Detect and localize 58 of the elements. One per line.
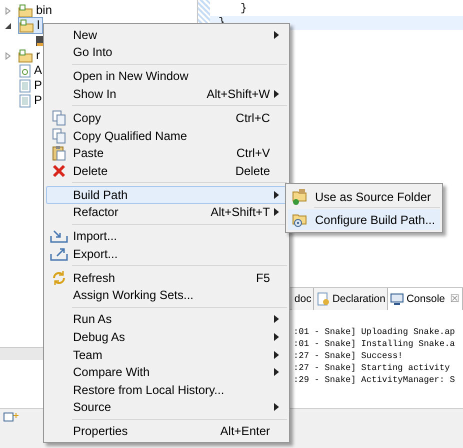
console-line: :01 - Snake] Uploading Snake.ap xyxy=(293,326,456,338)
tree-item-label[interactable]: r xyxy=(34,48,42,63)
menu-item[interactable]: Copy Qualified Name xyxy=(46,126,287,144)
menu-item[interactable]: Run As xyxy=(46,310,287,328)
menu-item[interactable]: Export... xyxy=(46,245,287,263)
refresh-icon xyxy=(51,270,67,286)
view-tab[interactable]: Console ☒ xyxy=(388,288,463,310)
menu-item[interactable]: Team xyxy=(46,346,287,364)
view-tab[interactable]: doc xyxy=(292,288,314,310)
menu-item[interactable]: Use as Source Folder xyxy=(288,186,440,207)
expanded-arrow-icon[interactable] xyxy=(4,22,12,30)
copy-icon xyxy=(51,110,67,126)
text-file-icon xyxy=(18,78,32,92)
menu-item[interactable]: Paste Ctrl+V xyxy=(46,144,287,162)
tree-item-label[interactable]: l xyxy=(35,18,42,33)
export-icon xyxy=(50,246,68,261)
collapsed-arrow-icon[interactable] xyxy=(4,52,12,60)
console-line: :29 - Snake] ActivityManager: S xyxy=(293,374,456,386)
menu-item[interactable]: Show In Alt+Shift+W xyxy=(46,85,287,103)
monitor-icon xyxy=(390,292,404,306)
import-icon xyxy=(50,229,68,244)
copy-icon xyxy=(51,128,67,144)
menu-item[interactable]: Refresh F5 xyxy=(46,269,287,287)
tree-item-label[interactable]: P xyxy=(32,78,44,93)
menu-item[interactable]: New xyxy=(46,26,287,44)
menu-item[interactable]: Build Path xyxy=(46,186,287,204)
menu-item[interactable]: Refactor Alt+Shift+T xyxy=(46,204,287,222)
menu-item[interactable]: Restore from Local History... xyxy=(46,381,287,399)
view-tab[interactable]: Declaration xyxy=(314,288,388,310)
text-file-icon xyxy=(18,94,32,108)
delete-icon xyxy=(52,164,66,178)
close-button[interactable]: ☒ xyxy=(450,288,460,310)
menu-item[interactable]: Source xyxy=(46,398,287,416)
console-line: :27 - Snake] Success! xyxy=(293,350,404,362)
tree-item[interactable]: l xyxy=(18,17,43,34)
menu-item[interactable]: Assign Working Sets... xyxy=(46,286,287,304)
project-folder-icon xyxy=(18,48,34,62)
paste-icon xyxy=(51,145,67,162)
menu-item[interactable]: Debug As xyxy=(46,328,287,346)
menu-item[interactable]: Import... xyxy=(46,228,287,246)
console-line: :01 - Snake] Installing Snake.a xyxy=(293,338,456,350)
menu-item[interactable]: Copy Ctrl+C xyxy=(46,109,287,127)
project-folder-icon xyxy=(18,4,34,18)
tree-item-label[interactable]: bin xyxy=(34,3,54,18)
tree-item-label[interactable]: P xyxy=(32,93,44,108)
android-file-icon xyxy=(18,64,32,78)
menu-item[interactable]: Open in New Window xyxy=(46,68,287,86)
new-view-icon xyxy=(3,412,19,422)
project-folder-icon xyxy=(19,18,35,32)
menu-item[interactable]: Configure Build Path... xyxy=(288,209,440,230)
console-line: :27 - Snake] Starting activity xyxy=(293,362,451,374)
menu-item[interactable]: Go Into xyxy=(46,44,287,62)
menu-item[interactable]: Compare With xyxy=(46,363,287,382)
document-icon xyxy=(316,292,330,306)
tree-item-label[interactable]: A xyxy=(32,63,44,78)
menu-item[interactable]: Delete Delete xyxy=(46,162,287,180)
collapsed-arrow-icon[interactable] xyxy=(4,6,12,14)
code-line: } xyxy=(240,3,248,15)
